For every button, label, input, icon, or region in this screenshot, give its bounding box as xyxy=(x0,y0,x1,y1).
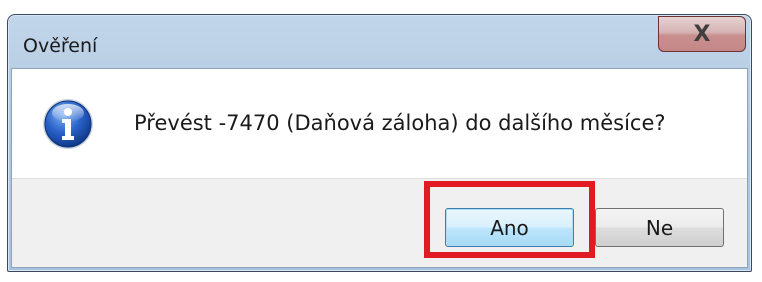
no-button-label: Ne xyxy=(645,215,674,240)
no-button[interactable]: Ne xyxy=(595,208,724,247)
message-area: Převést -7470 (Daňová záloha) do dalšího… xyxy=(12,69,747,178)
title-bar[interactable]: Ověření X xyxy=(8,15,751,68)
button-bar: Ano Ne xyxy=(12,178,747,267)
dialog-window: Ověření X Převést -7470 (Daňová záloha) … xyxy=(7,14,752,272)
window-title: Ověření xyxy=(23,35,98,57)
dialog-message: Převést -7470 (Daňová záloha) do dalšího… xyxy=(134,111,666,135)
close-button[interactable]: X xyxy=(658,16,746,52)
close-icon: X xyxy=(693,21,711,47)
yes-button[interactable]: Ano xyxy=(445,208,574,247)
info-icon xyxy=(43,99,93,149)
yes-button-label: Ano xyxy=(490,215,529,240)
dialog-body: Převést -7470 (Daňová záloha) do dalšího… xyxy=(11,68,748,268)
